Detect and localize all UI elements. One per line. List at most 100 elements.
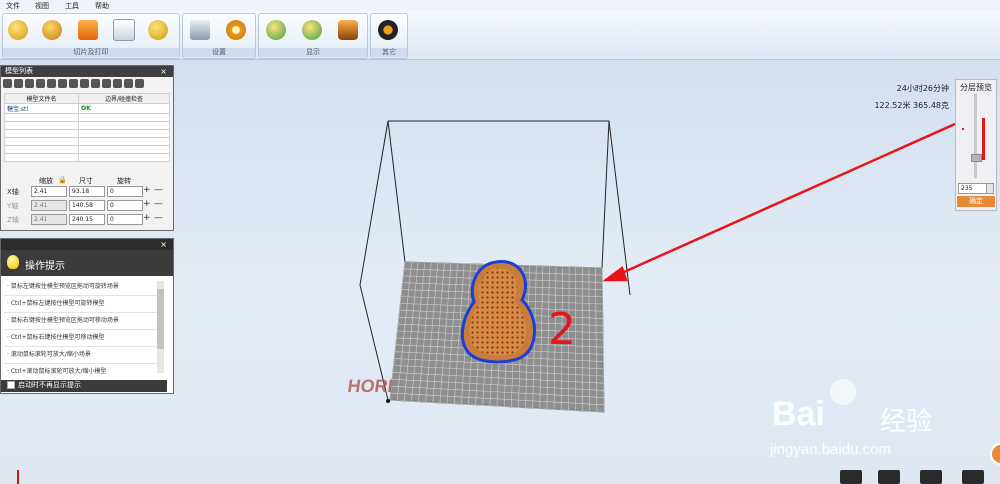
light-icon[interactable] <box>124 79 133 88</box>
menu-help[interactable]: 帮助 <box>95 1 109 11</box>
layer-slider[interactable] <box>971 94 982 178</box>
import-icon[interactable] <box>80 79 89 88</box>
list-item: · 鼠标左键按住模型预览区拖动可旋转场景 <box>4 279 164 296</box>
view-front-icon[interactable] <box>840 470 862 484</box>
y-plus-button[interactable]: + <box>143 199 151 209</box>
no-show-label: 启动时不再显示提示 <box>18 381 81 389</box>
load-model-icon <box>8 20 28 40</box>
rotate-header: 旋转 <box>117 177 131 185</box>
settings-button[interactable] <box>223 17 249 43</box>
grid-icon[interactable] <box>47 79 56 88</box>
exit-icon <box>78 20 98 40</box>
figure-button[interactable] <box>145 17 171 43</box>
list-item: · Ctrl+鼠标右键按住模型可移动模型 <box>4 330 164 347</box>
y-minus-button[interactable]: — <box>154 199 163 209</box>
y-axis-row: Y轴 2.41 140.58 0 + — <box>7 199 167 211</box>
lock-icon[interactable]: 🔒 <box>58 176 67 184</box>
no-show-checkbox[interactable] <box>7 381 15 389</box>
save-icon[interactable] <box>3 79 12 88</box>
copy-icon[interactable] <box>36 79 45 88</box>
help-header: 操作提示 <box>1 250 173 276</box>
z-size-field[interactable]: 240.15 <box>69 214 105 225</box>
show-model-button[interactable] <box>263 17 289 43</box>
filename-cell: 糖宝.stl <box>3 103 80 114</box>
close-icon[interactable]: × <box>160 239 167 250</box>
view-side-icon[interactable] <box>920 470 942 484</box>
y-size-field[interactable]: 140.58 <box>69 200 105 211</box>
trophy-icon <box>338 20 358 40</box>
menu-tools[interactable]: 工具 <box>65 1 79 11</box>
scrollbar[interactable] <box>157 281 164 373</box>
arrow-left-icon[interactable] <box>113 79 122 88</box>
z-rotate-field[interactable]: 0 <box>107 214 143 225</box>
group-label: 显示 <box>259 48 367 57</box>
menu-view[interactable]: 视图 <box>35 1 49 11</box>
table-row[interactable]: 糖宝.stl OK <box>3 103 170 114</box>
model-list-button[interactable] <box>299 17 325 43</box>
group-label: 切片及打印 <box>3 48 179 57</box>
y-rotate-field[interactable]: 0 <box>107 200 143 211</box>
trophy-button[interactable] <box>335 17 361 43</box>
mirror-icon[interactable] <box>102 79 111 88</box>
layer-number-field[interactable]: 235 <box>958 183 988 194</box>
annotation-arrow <box>602 122 956 282</box>
baidu-watermark: Bai 经验 jingyan.baidu.com <box>770 375 970 465</box>
x-scale-field[interactable]: 2.41 <box>31 186 67 197</box>
annotation-number: 2 <box>548 304 576 355</box>
remove-icon[interactable] <box>25 79 34 88</box>
confirm-button[interactable]: 确定 <box>957 196 995 207</box>
menu-file[interactable]: 文件 <box>6 1 20 11</box>
no-show-row: 启动时不再显示提示 <box>1 380 167 392</box>
database-icon <box>42 20 62 40</box>
group-slice-print: 切片及打印 <box>2 13 180 59</box>
settings-gear-icon <box>226 20 246 40</box>
x-size-field[interactable]: 93.18 <box>69 186 105 197</box>
x-rotate-field[interactable]: 0 <box>107 186 143 197</box>
y-scale-field[interactable]: 2.41 <box>31 200 67 211</box>
z-scale-field[interactable]: 2.41 <box>31 214 67 225</box>
printer-button[interactable] <box>187 17 213 43</box>
layer-spinner[interactable] <box>986 183 994 194</box>
other-button[interactable] <box>375 17 401 43</box>
printer-icon <box>190 20 210 40</box>
watermark-brand-cn: 经验 <box>880 407 933 437</box>
group-other: 其它 <box>370 13 408 59</box>
print-doc-icon <box>113 19 135 41</box>
print-length-weight: 122.52米 365.48克 <box>874 101 949 110</box>
tips-list[interactable]: · 鼠标左键按住模型预览区拖动可旋转场景 · Ctrl+鼠标左键按住模型可旋转模… <box>4 279 164 375</box>
col-boundary-check: 边界/碰撞检查 <box>78 93 170 104</box>
x-plus-button[interactable]: + <box>143 185 151 195</box>
list-item: · 滚动鼠标滚轮可放大/缩小场景 <box>4 347 164 364</box>
print-doc-button[interactable] <box>111 17 137 43</box>
z-minus-button[interactable]: — <box>154 213 163 223</box>
view-top-icon[interactable] <box>962 470 984 484</box>
x-minus-button[interactable]: — <box>154 185 163 195</box>
load-model-button[interactable] <box>5 17 31 43</box>
x-axis-label: X轴 <box>7 188 19 196</box>
down-icon[interactable] <box>135 79 144 88</box>
check-cell: OK <box>78 103 170 114</box>
help-panel: × 操作提示 · 鼠标左键按住模型预览区拖动可旋转场景 · Ctrl+鼠标左键按… <box>0 238 174 394</box>
center-icon[interactable] <box>58 79 67 88</box>
drop-icon[interactable] <box>69 79 78 88</box>
database-button[interactable] <box>39 17 65 43</box>
info-icon[interactable] <box>91 79 100 88</box>
exit-button[interactable] <box>75 17 101 43</box>
group-settings: 设置 <box>182 13 256 59</box>
view-back-icon[interactable] <box>878 470 900 484</box>
other-icon <box>378 20 398 40</box>
close-icon[interactable]: × <box>160 66 167 77</box>
add-icon[interactable] <box>14 79 23 88</box>
model-toolbar <box>3 79 171 91</box>
ribbon-toolbar: 切片及打印 设置 显示 其它 <box>0 11 1000 60</box>
layer-preview-panel: 分层预览 235 确定 <box>955 79 997 211</box>
x-axis-row: X轴 2.41 93.18 0 + — <box>7 185 167 197</box>
watermark-url: jingyan.baidu.com <box>770 441 891 458</box>
indicator-dot <box>962 128 964 130</box>
help-titlebar <box>1 239 173 250</box>
z-plus-button[interactable]: + <box>143 213 151 223</box>
group-display: 显示 <box>258 13 368 59</box>
slider-thumb[interactable] <box>971 154 982 162</box>
panel-title: 模型列表 <box>1 66 173 77</box>
list-item: · Ctrl+滚动鼠标滚轮可放大/缩小模型 <box>4 364 164 375</box>
